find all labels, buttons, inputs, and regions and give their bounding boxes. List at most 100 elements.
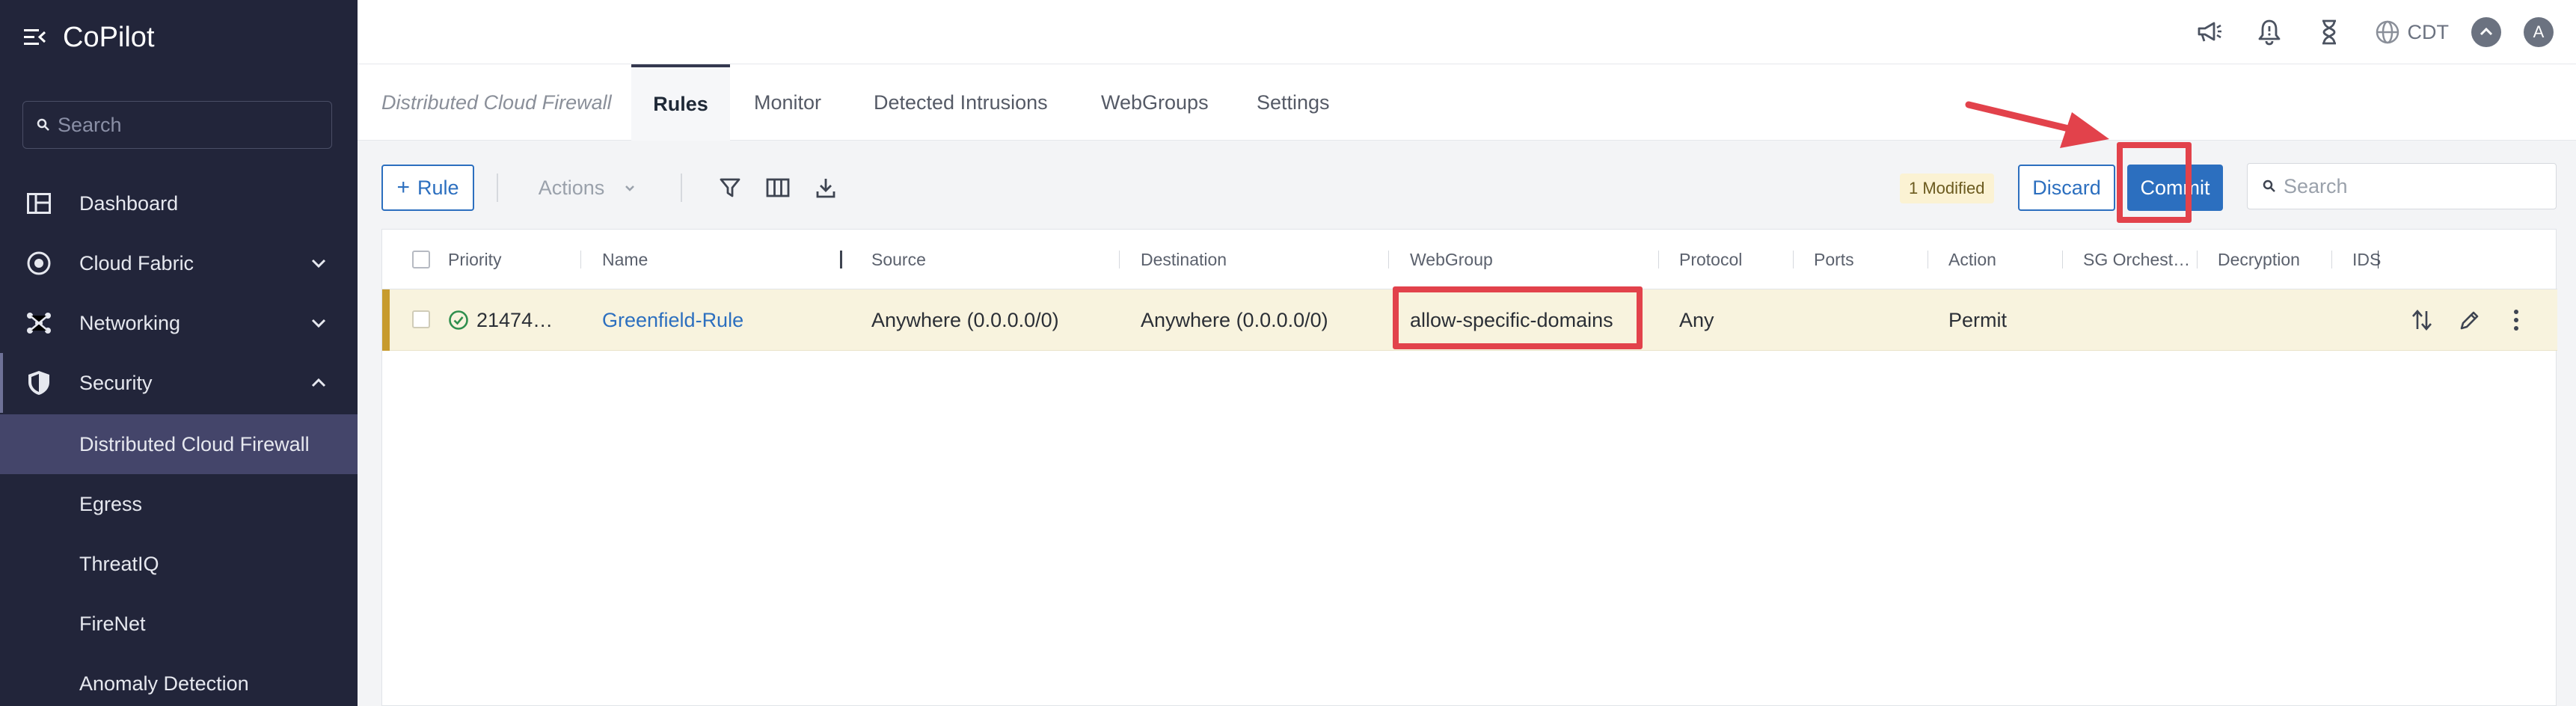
protocol-cell: Any bbox=[1679, 308, 1714, 331]
columns-icon[interactable] bbox=[764, 174, 791, 201]
rules-search-input[interactable] bbox=[2284, 174, 2553, 198]
top-bar-actions: CDT A bbox=[2164, 0, 2554, 64]
column-header-source[interactable]: Source bbox=[871, 230, 926, 289]
menu-collapse-icon[interactable] bbox=[24, 28, 46, 47]
sidebar-item-label: ThreatIQ bbox=[79, 552, 159, 575]
action-cell: Permit bbox=[1948, 308, 2008, 331]
top-bar: CDT A bbox=[358, 0, 2576, 64]
brand: CoPilot bbox=[24, 18, 155, 57]
download-icon[interactable] bbox=[812, 174, 839, 201]
add-rule-label: Rule bbox=[417, 176, 459, 199]
globe-icon bbox=[2376, 20, 2399, 44]
column-header-priority[interactable]: Priority bbox=[448, 230, 502, 289]
actions-label: Actions bbox=[538, 176, 605, 199]
sidebar-item-anomaly-detection[interactable]: Anomaly Detection bbox=[0, 654, 358, 706]
reorder-icon[interactable] bbox=[2408, 306, 2436, 334]
sidebar-item-networking[interactable]: Networking bbox=[0, 293, 358, 353]
column-separator bbox=[2062, 251, 2063, 268]
discard-button[interactable]: Discard bbox=[2018, 165, 2115, 211]
sidebar-item-distributed-cloud-firewall[interactable]: Distributed Cloud Firewall bbox=[0, 414, 358, 474]
column-separator bbox=[1658, 251, 1659, 268]
source-cell: Anywhere (0.0.0.0/0) bbox=[871, 308, 1059, 331]
tab-monitor[interactable]: Monitor bbox=[754, 64, 821, 141]
sidebar-item-cloud-fabric[interactable]: Cloud Fabric bbox=[0, 233, 358, 293]
sidebar-item-dashboard[interactable]: Dashboard bbox=[0, 174, 358, 233]
toolbar-divider bbox=[681, 174, 682, 202]
column-header-name[interactable]: Name bbox=[602, 230, 648, 289]
filter-icon[interactable] bbox=[717, 174, 743, 201]
text-cursor bbox=[2378, 251, 2379, 268]
tab-rules[interactable]: Rules bbox=[631, 64, 730, 141]
hourglass-icon[interactable] bbox=[2315, 18, 2343, 46]
chevron-down-icon bbox=[311, 319, 326, 328]
destination-cell: Anywhere (0.0.0.0/0) bbox=[1141, 308, 1328, 331]
column-separator bbox=[1388, 251, 1389, 268]
highlight-box-commit bbox=[2117, 142, 2192, 223]
sidebar-item-label: FireNet bbox=[79, 612, 146, 635]
column-header-webgroup[interactable]: WebGroup bbox=[1410, 230, 1493, 289]
plus-icon: + bbox=[396, 175, 410, 200]
more-options-icon[interactable] bbox=[2502, 306, 2530, 334]
actions-dropdown[interactable]: Actions bbox=[524, 165, 651, 211]
priority-cell: 21474… bbox=[448, 289, 553, 351]
sidebar-search[interactable] bbox=[22, 101, 332, 149]
chevron-up-icon bbox=[311, 378, 326, 387]
tab-detected-intrusions[interactable]: Detected Intrusions bbox=[874, 64, 1048, 141]
sidebar-item-egress[interactable]: Egress bbox=[0, 474, 358, 534]
column-header-ids[interactable]: IDS bbox=[2352, 230, 2381, 289]
sidebar-item-label: Egress bbox=[79, 492, 143, 515]
tab-webgroups[interactable]: WebGroups bbox=[1101, 64, 1209, 141]
table-header: Priority Name Source Destination WebGrou… bbox=[382, 230, 2557, 289]
sidebar-item-label: Security bbox=[79, 371, 153, 394]
announcement-icon[interactable] bbox=[2195, 18, 2224, 46]
timezone-selector[interactable]: CDT bbox=[2375, 19, 2450, 45]
sidebar-item-label: Cloud Fabric bbox=[79, 251, 194, 274]
column-separator bbox=[1793, 251, 1794, 268]
sidebar-item-security[interactable]: Security bbox=[0, 353, 358, 413]
column-separator bbox=[1119, 251, 1120, 268]
collapse-up-button[interactable] bbox=[2471, 17, 2501, 47]
column-header-protocol[interactable]: Protocol bbox=[1679, 230, 1742, 289]
notification-bell-icon[interactable] bbox=[2255, 18, 2284, 46]
chevron-down-icon bbox=[311, 259, 326, 268]
add-rule-button[interactable]: + Rule bbox=[381, 165, 474, 211]
check-circle-icon bbox=[449, 310, 468, 330]
timezone-label: CDT bbox=[2407, 20, 2450, 43]
avatar[interactable]: A bbox=[2524, 17, 2554, 47]
select-all-checkbox[interactable] bbox=[412, 251, 430, 268]
dashboard-icon bbox=[25, 190, 52, 217]
annotation-arrow bbox=[1965, 101, 2109, 148]
priority-value: 21474… bbox=[476, 308, 553, 331]
chevron-up-icon bbox=[2480, 27, 2493, 36]
search-icon bbox=[37, 118, 49, 131]
shield-icon bbox=[25, 369, 52, 396]
cloud-fabric-icon bbox=[25, 250, 52, 277]
column-header-destination[interactable]: Destination bbox=[1141, 230, 1227, 289]
sidebar-item-firenet[interactable]: FireNet bbox=[0, 594, 358, 654]
sidebar-item-label: Distributed Cloud Firewall bbox=[79, 432, 310, 455]
column-separator bbox=[2197, 251, 2198, 268]
rule-name-link[interactable]: Greenfield-Rule bbox=[602, 289, 743, 351]
column-separator bbox=[580, 251, 581, 268]
tab-settings[interactable]: Settings bbox=[1257, 64, 1330, 141]
column-header-action[interactable]: Action bbox=[1948, 230, 1996, 289]
column-resize-handle[interactable] bbox=[840, 251, 842, 268]
edit-pencil-icon[interactable] bbox=[2456, 306, 2484, 334]
breadcrumb[interactable]: Distributed Cloud Firewall bbox=[381, 64, 612, 141]
column-header-ports[interactable]: Ports bbox=[1814, 230, 1854, 289]
row-checkbox[interactable] bbox=[412, 310, 430, 328]
sidebar-search-input[interactable] bbox=[58, 113, 327, 137]
tab-bar: Distributed Cloud Firewall Rules Monitor… bbox=[358, 64, 2576, 141]
sidebar-item-label: Dashboard bbox=[79, 191, 179, 215]
column-separator bbox=[2331, 251, 2332, 268]
sidebar-item-threatiq[interactable]: ThreatIQ bbox=[0, 534, 358, 594]
rules-search[interactable] bbox=[2247, 163, 2557, 209]
modified-indicator bbox=[382, 289, 390, 351]
modified-count-badge: 1 Modified bbox=[1900, 174, 1994, 203]
column-header-decryption[interactable]: Decryption bbox=[2218, 230, 2300, 289]
toolbar-divider bbox=[497, 174, 498, 202]
sidebar-item-label: Networking bbox=[79, 311, 181, 334]
column-header-sg-orchestration[interactable]: SG Orchest… bbox=[2083, 230, 2190, 289]
app-title: CoPilot bbox=[63, 21, 155, 53]
search-icon bbox=[2263, 179, 2275, 192]
